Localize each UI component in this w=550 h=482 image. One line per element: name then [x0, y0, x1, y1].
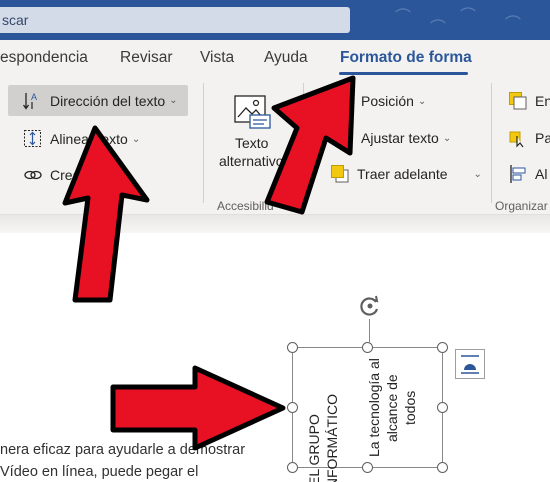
annotation-arrows [62, 75, 356, 451]
red-arrow-up-left [62, 125, 150, 303]
red-arrow-right [110, 365, 286, 451]
red-arrow-up-right [264, 75, 356, 215]
